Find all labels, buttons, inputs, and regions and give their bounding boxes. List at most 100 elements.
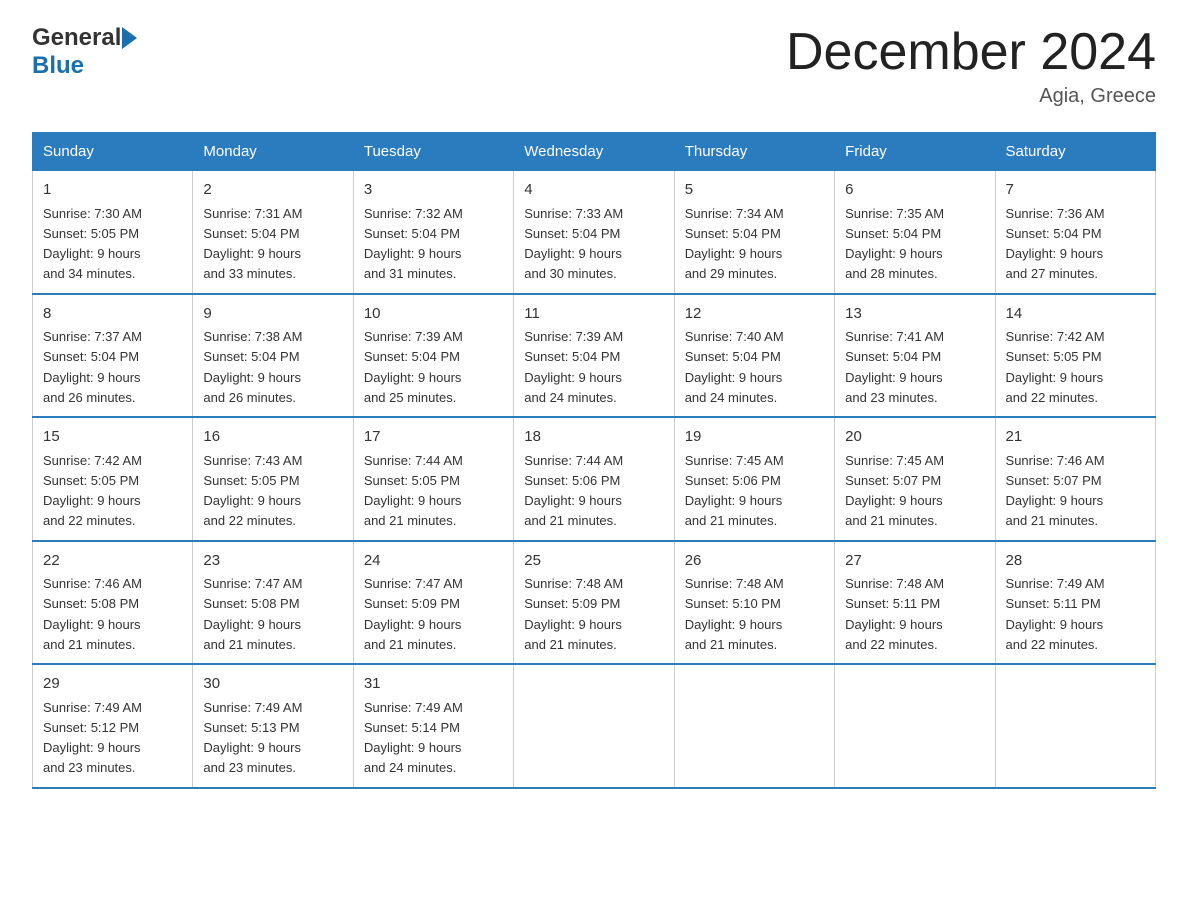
calendar-cell: 23 Sunrise: 7:47 AMSunset: 5:08 PMDayligh… [193,541,353,665]
day-number: 18 [524,426,663,449]
day-number: 3 [364,179,503,202]
week-row-2: 8 Sunrise: 7:37 AMSunset: 5:04 PMDaylight… [33,294,1156,418]
calendar-cell: 22 Sunrise: 7:46 AMSunset: 5:08 PMDayligh… [33,541,193,665]
day-number: 24 [364,550,503,573]
col-header-wednesday: Wednesday [514,133,674,171]
day-info: Sunrise: 7:46 AMSunset: 5:07 PMDaylight:… [1006,453,1105,529]
week-row-5: 29 Sunrise: 7:49 AMSunset: 5:12 PMDayligh… [33,664,1156,788]
calendar-cell: 29 Sunrise: 7:49 AMSunset: 5:12 PMDayligh… [33,664,193,788]
day-number: 16 [203,426,342,449]
day-info: Sunrise: 7:44 AMSunset: 5:06 PMDaylight:… [524,453,623,529]
day-info: Sunrise: 7:48 AMSunset: 5:11 PMDaylight:… [845,576,944,652]
calendar-header-row: SundayMondayTuesdayWednesdayThursdayFrid… [33,133,1156,171]
day-info: Sunrise: 7:32 AMSunset: 5:04 PMDaylight:… [364,206,463,282]
day-info: Sunrise: 7:45 AMSunset: 5:06 PMDaylight:… [685,453,784,529]
day-number: 21 [1006,426,1145,449]
day-info: Sunrise: 7:36 AMSunset: 5:04 PMDaylight:… [1006,206,1105,282]
day-info: Sunrise: 7:44 AMSunset: 5:05 PMDaylight:… [364,453,463,529]
day-number: 25 [524,550,663,573]
calendar-cell: 30 Sunrise: 7:49 AMSunset: 5:13 PMDayligh… [193,664,353,788]
day-info: Sunrise: 7:40 AMSunset: 5:04 PMDaylight:… [685,329,784,405]
calendar-cell: 9 Sunrise: 7:38 AMSunset: 5:04 PMDaylight… [193,294,353,418]
day-info: Sunrise: 7:45 AMSunset: 5:07 PMDaylight:… [845,453,944,529]
calendar-title: December 2024 [786,24,1156,81]
day-info: Sunrise: 7:35 AMSunset: 5:04 PMDaylight:… [845,206,944,282]
logo-blue: Blue [32,52,84,79]
calendar-cell: 16 Sunrise: 7:43 AMSunset: 5:05 PMDayligh… [193,417,353,541]
day-number: 8 [43,303,182,326]
calendar-cell: 27 Sunrise: 7:48 AMSunset: 5:11 PMDayligh… [835,541,995,665]
calendar-cell: 12 Sunrise: 7:40 AMSunset: 5:04 PMDayligh… [674,294,834,418]
calendar-subtitle: Agia, Greece [786,85,1156,108]
day-number: 1 [43,179,182,202]
calendar-cell: 2 Sunrise: 7:31 AMSunset: 5:04 PMDaylight… [193,171,353,294]
day-number: 15 [43,426,182,449]
day-number: 29 [43,673,182,696]
day-info: Sunrise: 7:39 AMSunset: 5:04 PMDaylight:… [524,329,623,405]
calendar-cell: 26Sunrise: 7:48 AMSunset: 5:10 PMDayligh… [674,541,834,665]
calendar-cell: 8 Sunrise: 7:37 AMSunset: 5:04 PMDaylight… [33,294,193,418]
day-info: Sunrise: 7:33 AMSunset: 5:04 PMDaylight:… [524,206,623,282]
calendar-cell: 18 Sunrise: 7:44 AMSunset: 5:06 PMDayligh… [514,417,674,541]
day-info: Sunrise: 7:49 AMSunset: 5:13 PMDaylight:… [203,700,302,776]
day-info: Sunrise: 7:38 AMSunset: 5:04 PMDaylight:… [203,329,302,405]
calendar-cell: 25Sunrise: 7:48 AMSunset: 5:09 PMDayligh… [514,541,674,665]
day-number: 9 [203,303,342,326]
day-info: Sunrise: 7:31 AMSunset: 5:04 PMDaylight:… [203,206,302,282]
day-number: 31 [364,673,503,696]
calendar-cell [995,664,1155,788]
calendar-cell: 6 Sunrise: 7:35 AMSunset: 5:04 PMDaylight… [835,171,995,294]
calendar-cell: 15 Sunrise: 7:42 AMSunset: 5:05 PMDayligh… [33,417,193,541]
day-number: 4 [524,179,663,202]
day-number: 2 [203,179,342,202]
day-info: Sunrise: 7:30 AMSunset: 5:05 PMDaylight:… [43,206,142,282]
day-info: Sunrise: 7:37 AMSunset: 5:04 PMDaylight:… [43,329,142,405]
week-row-1: 1 Sunrise: 7:30 AMSunset: 5:05 PMDaylight… [33,171,1156,294]
calendar-cell: 3 Sunrise: 7:32 AMSunset: 5:04 PMDaylight… [353,171,513,294]
day-info: Sunrise: 7:47 AMSunset: 5:08 PMDaylight:… [203,576,302,652]
calendar-cell: 17 Sunrise: 7:44 AMSunset: 5:05 PMDayligh… [353,417,513,541]
calendar-cell: 24Sunrise: 7:47 AMSunset: 5:09 PMDayligh… [353,541,513,665]
day-info: Sunrise: 7:48 AMSunset: 5:10 PMDaylight:… [685,576,784,652]
week-row-4: 22 Sunrise: 7:46 AMSunset: 5:08 PMDayligh… [33,541,1156,665]
calendar-cell: 4 Sunrise: 7:33 AMSunset: 5:04 PMDaylight… [514,171,674,294]
col-header-monday: Monday [193,133,353,171]
col-header-thursday: Thursday [674,133,834,171]
col-header-sunday: Sunday [33,133,193,171]
day-info: Sunrise: 7:49 AMSunset: 5:14 PMDaylight:… [364,700,463,776]
day-number: 14 [1006,303,1145,326]
day-info: Sunrise: 7:34 AMSunset: 5:04 PMDaylight:… [685,206,784,282]
calendar-cell: 31 Sunrise: 7:49 AMSunset: 5:14 PMDayligh… [353,664,513,788]
col-header-tuesday: Tuesday [353,133,513,171]
day-number: 6 [845,179,984,202]
logo-triangle-icon [122,27,137,49]
day-number: 11 [524,303,663,326]
calendar-cell: 19Sunrise: 7:45 AMSunset: 5:06 PMDayligh… [674,417,834,541]
calendar-cell: 1 Sunrise: 7:30 AMSunset: 5:05 PMDaylight… [33,171,193,294]
day-info: Sunrise: 7:39 AMSunset: 5:04 PMDaylight:… [364,329,463,405]
day-number: 23 [203,550,342,573]
day-number: 5 [685,179,824,202]
calendar-cell: 20Sunrise: 7:45 AMSunset: 5:07 PMDayligh… [835,417,995,541]
calendar-cell: 5 Sunrise: 7:34 AMSunset: 5:04 PMDaylight… [674,171,834,294]
day-info: Sunrise: 7:42 AMSunset: 5:05 PMDaylight:… [43,453,142,529]
week-row-3: 15 Sunrise: 7:42 AMSunset: 5:05 PMDayligh… [33,417,1156,541]
col-header-saturday: Saturday [995,133,1155,171]
day-number: 27 [845,550,984,573]
calendar-cell [835,664,995,788]
calendar-cell: 28Sunrise: 7:49 AMSunset: 5:11 PMDayligh… [995,541,1155,665]
calendar-cell: 14Sunrise: 7:42 AMSunset: 5:05 PMDayligh… [995,294,1155,418]
day-number: 22 [43,550,182,573]
day-number: 10 [364,303,503,326]
day-number: 28 [1006,550,1145,573]
day-number: 17 [364,426,503,449]
calendar-table: SundayMondayTuesdayWednesdayThursdayFrid… [32,132,1156,789]
day-number: 7 [1006,179,1145,202]
logo: General Blue [32,24,137,80]
day-info: Sunrise: 7:46 AMSunset: 5:08 PMDaylight:… [43,576,142,652]
day-info: Sunrise: 7:43 AMSunset: 5:05 PMDaylight:… [203,453,302,529]
day-info: Sunrise: 7:49 AMSunset: 5:12 PMDaylight:… [43,700,142,776]
page-header: General Blue December 2024 Agia, Greece [32,24,1156,108]
day-number: 30 [203,673,342,696]
day-number: 12 [685,303,824,326]
